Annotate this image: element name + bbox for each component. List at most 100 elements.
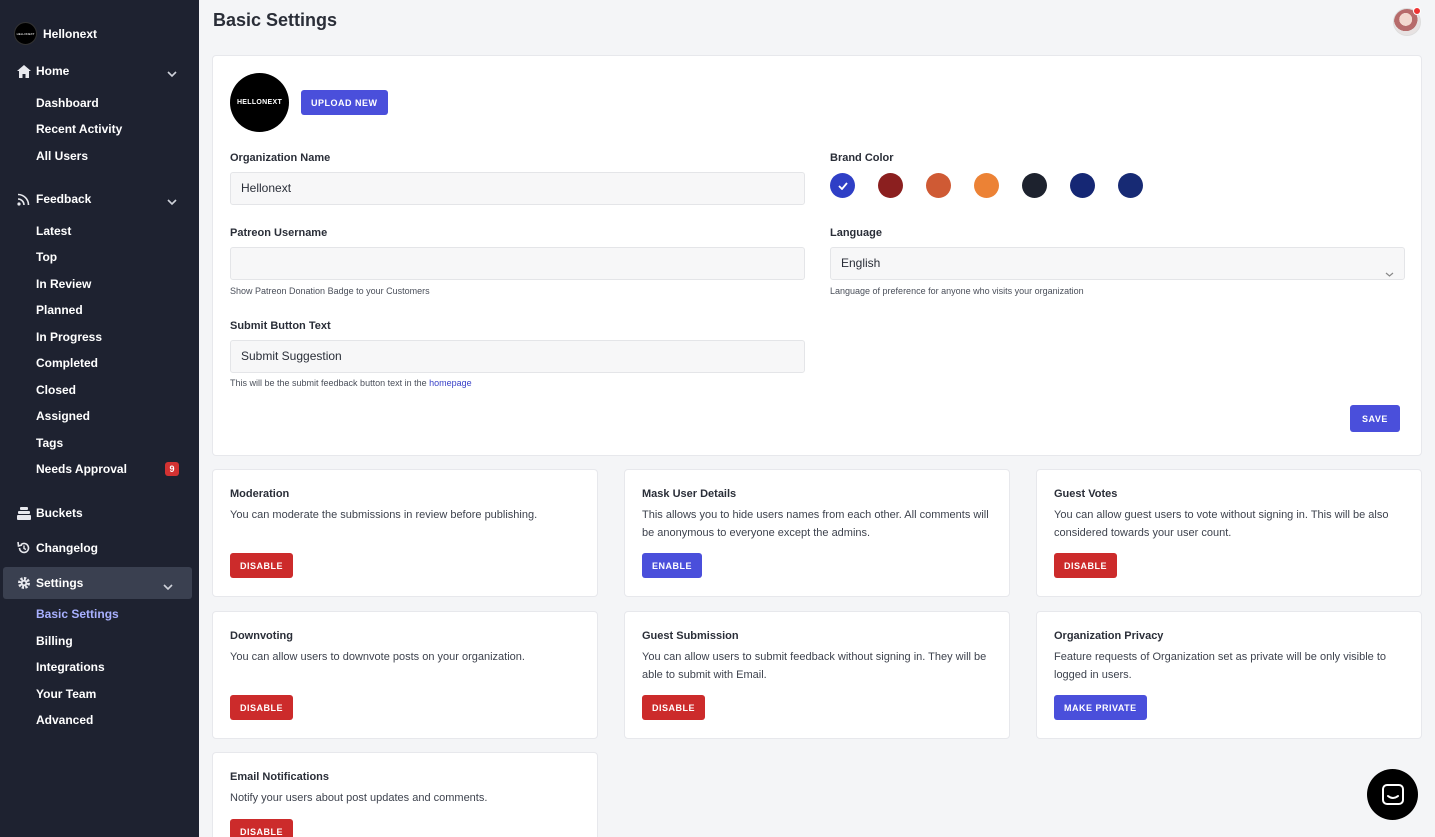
feature-card-mask-user-details: Mask User Details This allows you to hid…	[624, 469, 1010, 597]
brand-logo: HELLONEXT	[14, 22, 37, 45]
changelog-icon	[16, 541, 31, 556]
organization-name-label: Organization Name	[230, 152, 331, 164]
card-description: Feature requests of Organization set as …	[1054, 651, 1386, 681]
check-icon	[837, 181, 848, 190]
save-button[interactable]: SAVE	[1350, 405, 1400, 432]
chevron-down-icon	[167, 65, 177, 83]
brand-color-label: Brand Color	[830, 152, 894, 164]
chat-icon	[1381, 783, 1404, 805]
card-description: This allows you to hide users names from…	[642, 509, 989, 539]
homepage-link[interactable]: homepage	[429, 378, 472, 388]
sidebar-item-tags[interactable]: Tags	[36, 435, 63, 451]
card-title: Guest Submission	[642, 630, 739, 642]
organization-name-input[interactable]: Hellonext	[230, 172, 805, 205]
sidebar-group-changelog[interactable]: Changelog	[0, 533, 199, 563]
brand[interactable]: HELLONEXT Hellonext	[14, 22, 97, 45]
brand-color-swatch-3[interactable]	[926, 173, 951, 198]
sidebar-item-advanced[interactable]: Advanced	[36, 712, 93, 728]
chevron-down-icon	[163, 578, 173, 596]
sidebar-group-settings[interactable]: Settings	[3, 567, 192, 599]
submit-button-text-input[interactable]: Submit Suggestion	[230, 340, 805, 373]
card-description: Notify your users about post updates and…	[230, 792, 488, 804]
guest-votes-disable-button[interactable]: DISABLE	[1054, 553, 1118, 578]
language-label: Language	[830, 227, 882, 239]
moderation-disable-button[interactable]: DISABLE	[230, 553, 294, 578]
feature-card-moderation: Moderation You can moderate the submissi…	[212, 469, 598, 597]
sidebar-group-label: Feedback	[36, 192, 92, 206]
card-description: You can allow users to downvote posts on…	[230, 651, 525, 663]
patreon-username-label: Patreon Username	[230, 227, 328, 239]
card-title: Guest Votes	[1054, 488, 1118, 500]
rss-icon	[16, 192, 31, 207]
submit-button-text-label: Submit Button Text	[230, 320, 331, 332]
email-notifications-disable-button[interactable]: DISABLE	[230, 819, 294, 837]
card-description: You can moderate the submissions in revi…	[230, 509, 538, 521]
card-description: You can allow users to submit feedback w…	[642, 651, 987, 681]
hint-text: This will be the submit feedback button …	[230, 378, 427, 388]
feature-card-guest-votes: Guest Votes You can allow guest users to…	[1036, 469, 1422, 597]
sidebar-item-completed[interactable]: Completed	[36, 355, 98, 371]
sidebar-item-all-users[interactable]: All Users	[36, 148, 88, 164]
notification-dot	[1413, 7, 1421, 15]
brand-color-swatch-2[interactable]	[878, 173, 903, 198]
sidebar-item-integrations[interactable]: Integrations	[36, 659, 105, 675]
sidebar-item-planned[interactable]: Planned	[36, 302, 83, 318]
feature-card-email-notifications: Email Notifications Notify your users ab…	[212, 752, 598, 837]
card-title: Organization Privacy	[1054, 630, 1164, 642]
feature-card-guest-submission: Guest Submission You can allow users to …	[624, 611, 1010, 739]
needs-approval-badge: 9	[165, 462, 179, 476]
sidebar-item-in-progress[interactable]: In Progress	[36, 329, 102, 345]
sidebar-group-label: Buckets	[36, 506, 83, 520]
sidebar-group-buckets[interactable]: Buckets	[0, 498, 199, 528]
mask-user-details-enable-button[interactable]: ENABLE	[642, 553, 703, 578]
sidebar: HELLONEXT Hellonext Home Dashboard Recen…	[0, 0, 199, 837]
upload-new-button[interactable]: UPLOAD NEW	[301, 90, 388, 115]
chevron-down-icon	[167, 193, 177, 211]
sidebar-item-in-review[interactable]: In Review	[36, 276, 91, 292]
sidebar-group-label: Home	[36, 64, 70, 78]
sidebar-item-your-team[interactable]: Your Team	[36, 686, 96, 702]
page-title: Basic Settings	[213, 10, 338, 30]
brand-color-swatch-6[interactable]	[1070, 173, 1095, 198]
sidebar-item-recent-activity[interactable]: Recent Activity	[36, 121, 122, 137]
organization-logo: HELLONEXT	[230, 73, 289, 132]
card-title: Moderation	[230, 488, 290, 500]
language-value: English	[841, 256, 881, 270]
sidebar-group-label: Changelog	[36, 541, 98, 555]
patreon-hint: Show Patreon Donation Badge to your Cust…	[230, 286, 430, 296]
buckets-icon	[16, 506, 31, 521]
guest-submission-disable-button[interactable]: DISABLE	[642, 695, 706, 720]
language-select[interactable]: English	[830, 247, 1405, 280]
feature-card-downvoting: Downvoting You can allow users to downvo…	[212, 611, 598, 739]
sidebar-item-top[interactable]: Top	[36, 249, 57, 265]
card-title: Mask User Details	[642, 488, 737, 500]
submit-button-text-hint: This will be the submit feedback button …	[230, 378, 472, 388]
sidebar-item-needs-approval[interactable]: Needs Approval	[36, 461, 127, 477]
brand-color-swatch-5[interactable]	[1022, 173, 1047, 198]
card-title: Downvoting	[230, 630, 293, 642]
sidebar-item-billing[interactable]: Billing	[36, 633, 73, 649]
brand-color-swatch-4[interactable]	[974, 173, 999, 198]
sidebar-item-closed[interactable]: Closed	[36, 382, 76, 398]
card-title: Email Notifications	[230, 771, 330, 783]
basic-settings-card: HELLONEXT UPLOAD NEW Organization Name H…	[212, 55, 1422, 456]
make-private-button[interactable]: MAKE PRIVATE	[1054, 695, 1147, 720]
card-description: You can allow guest users to vote withou…	[1054, 509, 1389, 539]
sidebar-group-feedback[interactable]: Feedback	[0, 184, 199, 214]
sidebar-item-latest[interactable]: Latest	[36, 223, 71, 239]
patreon-username-input[interactable]	[230, 247, 805, 280]
brand-name: Hellonext	[43, 26, 98, 41]
sidebar-item-assigned[interactable]: Assigned	[36, 408, 90, 424]
feature-card-organization-privacy: Organization Privacy Feature requests of…	[1036, 611, 1422, 739]
gear-icon	[16, 576, 31, 591]
chat-launcher[interactable]	[1367, 769, 1418, 820]
downvoting-disable-button[interactable]: DISABLE	[230, 695, 294, 720]
sidebar-item-basic-settings[interactable]: Basic Settings	[36, 606, 119, 622]
chevron-down-icon	[1385, 259, 1394, 290]
brand-color-swatch-1[interactable]	[830, 173, 855, 198]
sidebar-item-dashboard[interactable]: Dashboard	[36, 95, 99, 111]
brand-color-swatch-7[interactable]	[1118, 173, 1143, 198]
home-icon	[16, 64, 31, 79]
language-hint: Language of preference for anyone who vi…	[830, 286, 1084, 296]
sidebar-group-home[interactable]: Home	[0, 56, 199, 86]
